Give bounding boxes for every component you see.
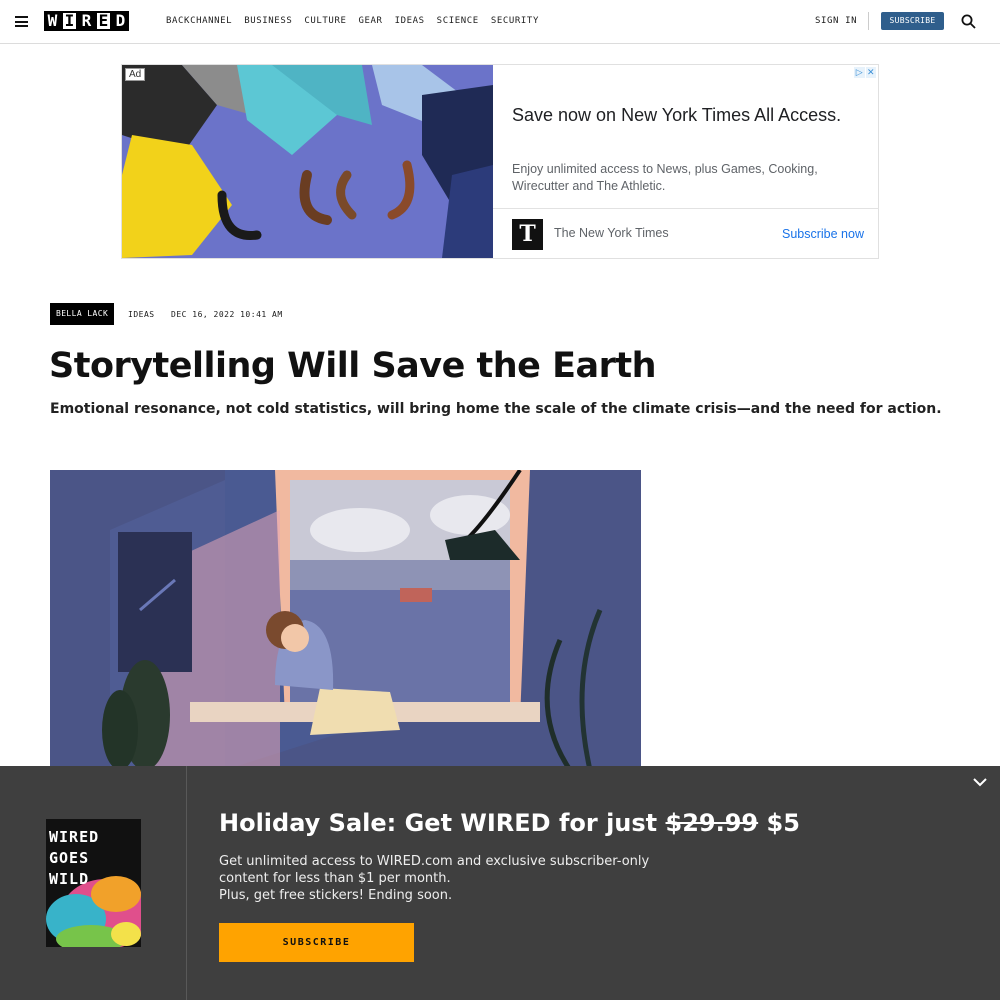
ad-divider — [493, 208, 879, 209]
reading-by-window-illustration — [50, 470, 641, 770]
promo-title: Holiday Sale: Get WIRED for just $29.99 … — [219, 809, 800, 837]
logo-letter-w: W — [44, 11, 61, 31]
promo-divider — [186, 766, 187, 1000]
cover-line-wild: WILD — [49, 870, 90, 888]
nav-link-business[interactable]: BUSINESS — [244, 16, 292, 26]
top-nav: W I R E D BACKCHANNEL BUSINESS CULTURE G… — [0, 0, 1000, 44]
cover-title: WIRED GOES WILD — [46, 827, 141, 890]
search-icon[interactable] — [961, 14, 976, 29]
umbrellas-illustration — [122, 65, 493, 258]
umbrellas-ad-image: Ad — [122, 65, 493, 258]
nav-link-culture[interactable]: CULTURE — [304, 16, 346, 26]
old-price: $29.99 — [665, 809, 759, 837]
ad-title[interactable]: Save now on New York Times All Access. — [512, 105, 841, 126]
section-rubric[interactable]: IDEAS — [128, 310, 155, 319]
sign-in-link[interactable]: SIGN IN — [815, 16, 857, 26]
promo-subscribe-button[interactable]: SUBSCRIBE — [219, 923, 414, 962]
nav-divider — [868, 12, 869, 30]
section-links: BACKCHANNEL BUSINESS CULTURE GEAR IDEAS … — [166, 16, 539, 26]
article-headline: Storytelling Will Save the Earth — [49, 346, 657, 386]
cover-line-wired: WIRED — [49, 828, 100, 846]
cover-line-goes: GOES — [49, 849, 90, 867]
nav-link-ideas[interactable]: IDEAS — [395, 16, 425, 26]
logo-letter-d: D — [112, 11, 129, 31]
nav-link-security[interactable]: SECURITY — [491, 16, 539, 26]
promo-description: Get unlimited access to WIRED.com and ex… — [219, 853, 659, 904]
chevron-down-icon[interactable] — [972, 776, 988, 788]
ad-subscribe-link[interactable]: Subscribe now — [782, 227, 864, 241]
magazine-cover: WIRED GOES WILD — [46, 819, 141, 947]
nyt-ad-banner[interactable]: Ad ▷ ✕ Save now on New York Times All Ac… — [121, 64, 879, 259]
promo-title-text: Holiday Sale: Get WIRED for just — [219, 809, 666, 837]
author-byline[interactable]: BELLA LACK — [50, 303, 115, 325]
ad-badge: Ad — [125, 68, 146, 81]
promo-line-1: Get unlimited access to WIRED.com and ex… — [219, 854, 650, 869]
subscription-promo: WIRED GOES WILD Holiday Sale: Get WIRED … — [0, 766, 1000, 1000]
nav-link-gear[interactable]: GEAR — [359, 16, 383, 26]
logo-letter-e: E — [95, 11, 112, 31]
nyt-logo-icon: T — [512, 219, 543, 250]
hero-illustration — [50, 470, 641, 770]
ad-choices[interactable]: ▷ ✕ — [854, 67, 876, 78]
subscribe-button[interactable]: SUBSCRIBE — [881, 12, 944, 30]
new-price: $5 — [758, 809, 800, 837]
nav-link-science[interactable]: SCIENCE — [437, 16, 479, 26]
nav-link-backchannel[interactable]: BACKCHANNEL — [166, 16, 232, 26]
article-dek: Emotional resonance, not cold statistics… — [50, 401, 942, 417]
wired-logo[interactable]: W I R E D — [44, 11, 129, 31]
ad-brand-name: The New York Times — [554, 226, 669, 240]
ad-body: Enjoy unlimited access to News, plus Gam… — [512, 162, 818, 193]
publish-date: DEC 16, 2022 10:41 AM — [171, 310, 283, 319]
logo-letter-i: I — [61, 11, 78, 31]
ad-choices-icon[interactable]: ▷ — [854, 67, 865, 78]
promo-line-2: content for less than $1 per month. — [219, 871, 451, 886]
ad-close-icon[interactable]: ✕ — [865, 67, 876, 78]
promo-line-3: Plus, get free stickers! Ending soon. — [219, 888, 453, 903]
logo-letter-r: R — [78, 11, 95, 31]
menu-icon[interactable] — [15, 16, 28, 27]
